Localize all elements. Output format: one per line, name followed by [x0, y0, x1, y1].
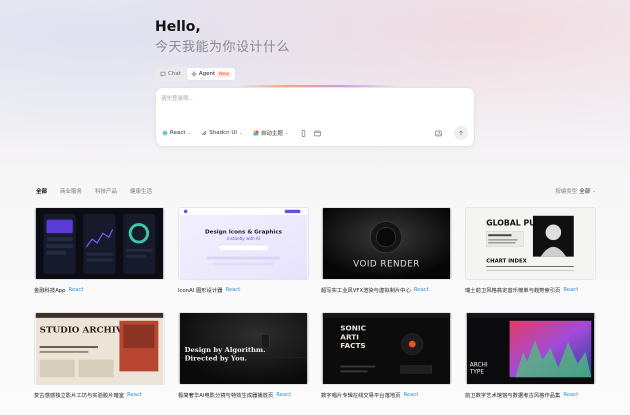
- arrow-up-icon: [459, 130, 463, 136]
- template-thumbnail: VOID RENDER: [321, 207, 452, 280]
- thumb-subheadline: Instantly with AI: [227, 236, 260, 241]
- filter-tab-all[interactable]: 全部: [36, 187, 47, 195]
- template-thumbnail: SONIC ARTI FACTS: [321, 312, 452, 385]
- theme-select[interactable]: 自动主题 ⌄: [253, 129, 289, 137]
- framework-tag: React: [68, 287, 84, 293]
- mobile-preview-button[interactable]: [299, 129, 308, 138]
- filter-tab-tech[interactable]: 科技产品: [95, 187, 117, 195]
- chevron-down-icon: ⌄: [187, 130, 192, 136]
- framework-tag: React: [413, 287, 429, 293]
- template-title: 极简奢华AI电影分镜与特效生成器播放页: [178, 393, 274, 399]
- chat-mode-tab[interactable]: Chat: [156, 68, 185, 80]
- thumb-headline: Design Icons & Graphics: [205, 229, 283, 235]
- thumb-headline: VOID RENDER: [353, 259, 420, 269]
- iconai-preview: Design Icons & Graphics Instantly with A…: [179, 208, 308, 279]
- prompt-box: React ⌄ Shadcn UI ⌄ 自动主题 ⌄: [155, 87, 475, 147]
- ai-storyboard-preview: Design by Algorithm. Directed by You.: [179, 313, 308, 384]
- image-icon: [435, 130, 442, 136]
- mobile-icon: [301, 129, 305, 137]
- chevron-down-icon: ⌄: [592, 188, 596, 194]
- sparkle-icon: [190, 71, 197, 77]
- react-icon: [162, 130, 168, 136]
- chevron-down-icon: ⌄: [284, 130, 289, 136]
- ui-library-label: Shadcn UI: [209, 130, 238, 136]
- mode-switch: Chat Agent New: [155, 67, 236, 81]
- sort-value: 全部: [579, 189, 591, 195]
- framework-tag: React: [127, 392, 142, 398]
- template-title: 金融科技App: [34, 288, 66, 294]
- template-thumbnail: Design by Algorithm. Directed by You.: [178, 312, 309, 385]
- template-thumbnail: ARCHI TYPE: [465, 312, 596, 385]
- archi-type-preview: ARCHI TYPE: [466, 313, 595, 384]
- template-card[interactable]: 金融科技App React: [34, 207, 165, 297]
- framework-tag: React: [563, 287, 579, 293]
- template-title: 瑞士前卫风格高定音乐榜单与趋势索引页: [465, 288, 561, 294]
- new-badge: New: [217, 71, 231, 77]
- framework-select[interactable]: React ⌄: [162, 130, 191, 136]
- framework-tag: React: [563, 392, 579, 398]
- thumb-headline: SONIC ARTI FACTS: [340, 323, 366, 350]
- template-title: 复古感感独立影片工坊与实验胶片暗室: [34, 393, 125, 399]
- browser-window-icon: [314, 130, 321, 136]
- fintech-app-preview: [35, 208, 164, 279]
- greeting: Hello,: [155, 19, 201, 35]
- framework-tag: React: [225, 287, 241, 293]
- sonic-artifacts-preview: SONIC ARTI FACTS: [322, 313, 451, 384]
- thumb-headline: STUDIO ARCHIVE: [40, 325, 130, 335]
- template-card[interactable]: SONIC ARTI FACTS 数字唱片专辑在线交易平台落地页 React: [321, 312, 452, 402]
- filter-tab-health[interactable]: 健康生活: [130, 187, 152, 195]
- template-thumbnail: Design Icons & Graphics Instantly with A…: [178, 207, 309, 280]
- shadcn-icon: [202, 130, 207, 136]
- template-card[interactable]: GLOBAL PULSE CHART INDEX 瑞士前卫风格高定音乐榜单与趋势…: [465, 207, 596, 297]
- agent-mode-tab[interactable]: Agent New: [186, 68, 235, 80]
- send-button[interactable]: [454, 126, 468, 140]
- chevron-down-icon: ⌄: [239, 130, 243, 136]
- template-title: 前卫数字艺术馆馆与数据考古风格作品集: [465, 393, 561, 399]
- thumb-subheadline: CHART INDEX: [486, 258, 526, 264]
- chat-bubble-icon: [160, 71, 166, 77]
- prompt-input[interactable]: [161, 94, 461, 104]
- desktop-preview-button[interactable]: [313, 129, 322, 138]
- global-pulse-preview: GLOBAL PULSE CHART INDEX: [466, 208, 595, 279]
- filter-tab-business[interactable]: 商业服务: [60, 187, 82, 195]
- template-title: 超写实工业风VFX渲染与虚拟制片中心: [321, 288, 411, 294]
- template-card[interactable]: VOID RENDER 超写实工业风VFX渲染与虚拟制片中心 React: [321, 207, 452, 297]
- framework-label: React: [170, 130, 186, 136]
- template-card[interactable]: Design by Algorithm. Directed by You. 极简…: [178, 312, 309, 402]
- framework-tag: React: [276, 392, 292, 398]
- thumb-headline: ARCHI TYPE: [469, 361, 488, 376]
- void-render-preview: VOID RENDER: [322, 208, 451, 279]
- type-sort-select[interactable]: 按编类型 全部 ⌄: [555, 187, 596, 196]
- template-card[interactable]: STUDIO ARCHIVE 复古感感独立影片工坊与实验胶片暗室 React: [34, 312, 165, 402]
- theme-label: 自动主题: [260, 131, 283, 137]
- template-card[interactable]: ARCHI TYPE 前卫数字艺术馆馆与数据考古风格作品集 React: [465, 312, 596, 402]
- hero: Hello, 今天我能为你设计什么: [155, 18, 475, 56]
- upload-image-button[interactable]: [434, 129, 443, 138]
- template-title: 数字唱片专辑在线交易平台落地页: [321, 393, 401, 399]
- template-thumbnail: STUDIO ARCHIVE: [34, 312, 165, 385]
- template-thumbnail: [34, 207, 165, 280]
- template-title: IconAI 图形设计器: [178, 288, 223, 294]
- agent-mode-label: Agent: [198, 71, 216, 77]
- hero-subtitle: 今天我能为你设计什么: [155, 40, 291, 55]
- prompt-toolbar: React ⌄ Shadcn UI ⌄ 自动主题 ⌄: [162, 126, 468, 140]
- template-thumbnail: GLOBAL PULSE CHART INDEX: [465, 207, 596, 280]
- chat-mode-label: Chat: [168, 71, 181, 77]
- category-filter-bar: 全部 商业服务 科技产品 健康生活 按编类型 全部 ⌄: [36, 186, 596, 196]
- thumb-headline: Design by Algorithm. Directed by You.: [184, 346, 266, 363]
- theme-palette-icon: [253, 130, 259, 136]
- sort-label: 按编类型: [555, 189, 578, 195]
- studio-archive-preview: STUDIO ARCHIVE: [35, 313, 164, 384]
- framework-tag: React: [403, 392, 419, 398]
- ui-library-select[interactable]: Shadcn UI ⌄: [201, 130, 243, 136]
- template-card[interactable]: Design Icons & Graphics Instantly with A…: [178, 207, 309, 297]
